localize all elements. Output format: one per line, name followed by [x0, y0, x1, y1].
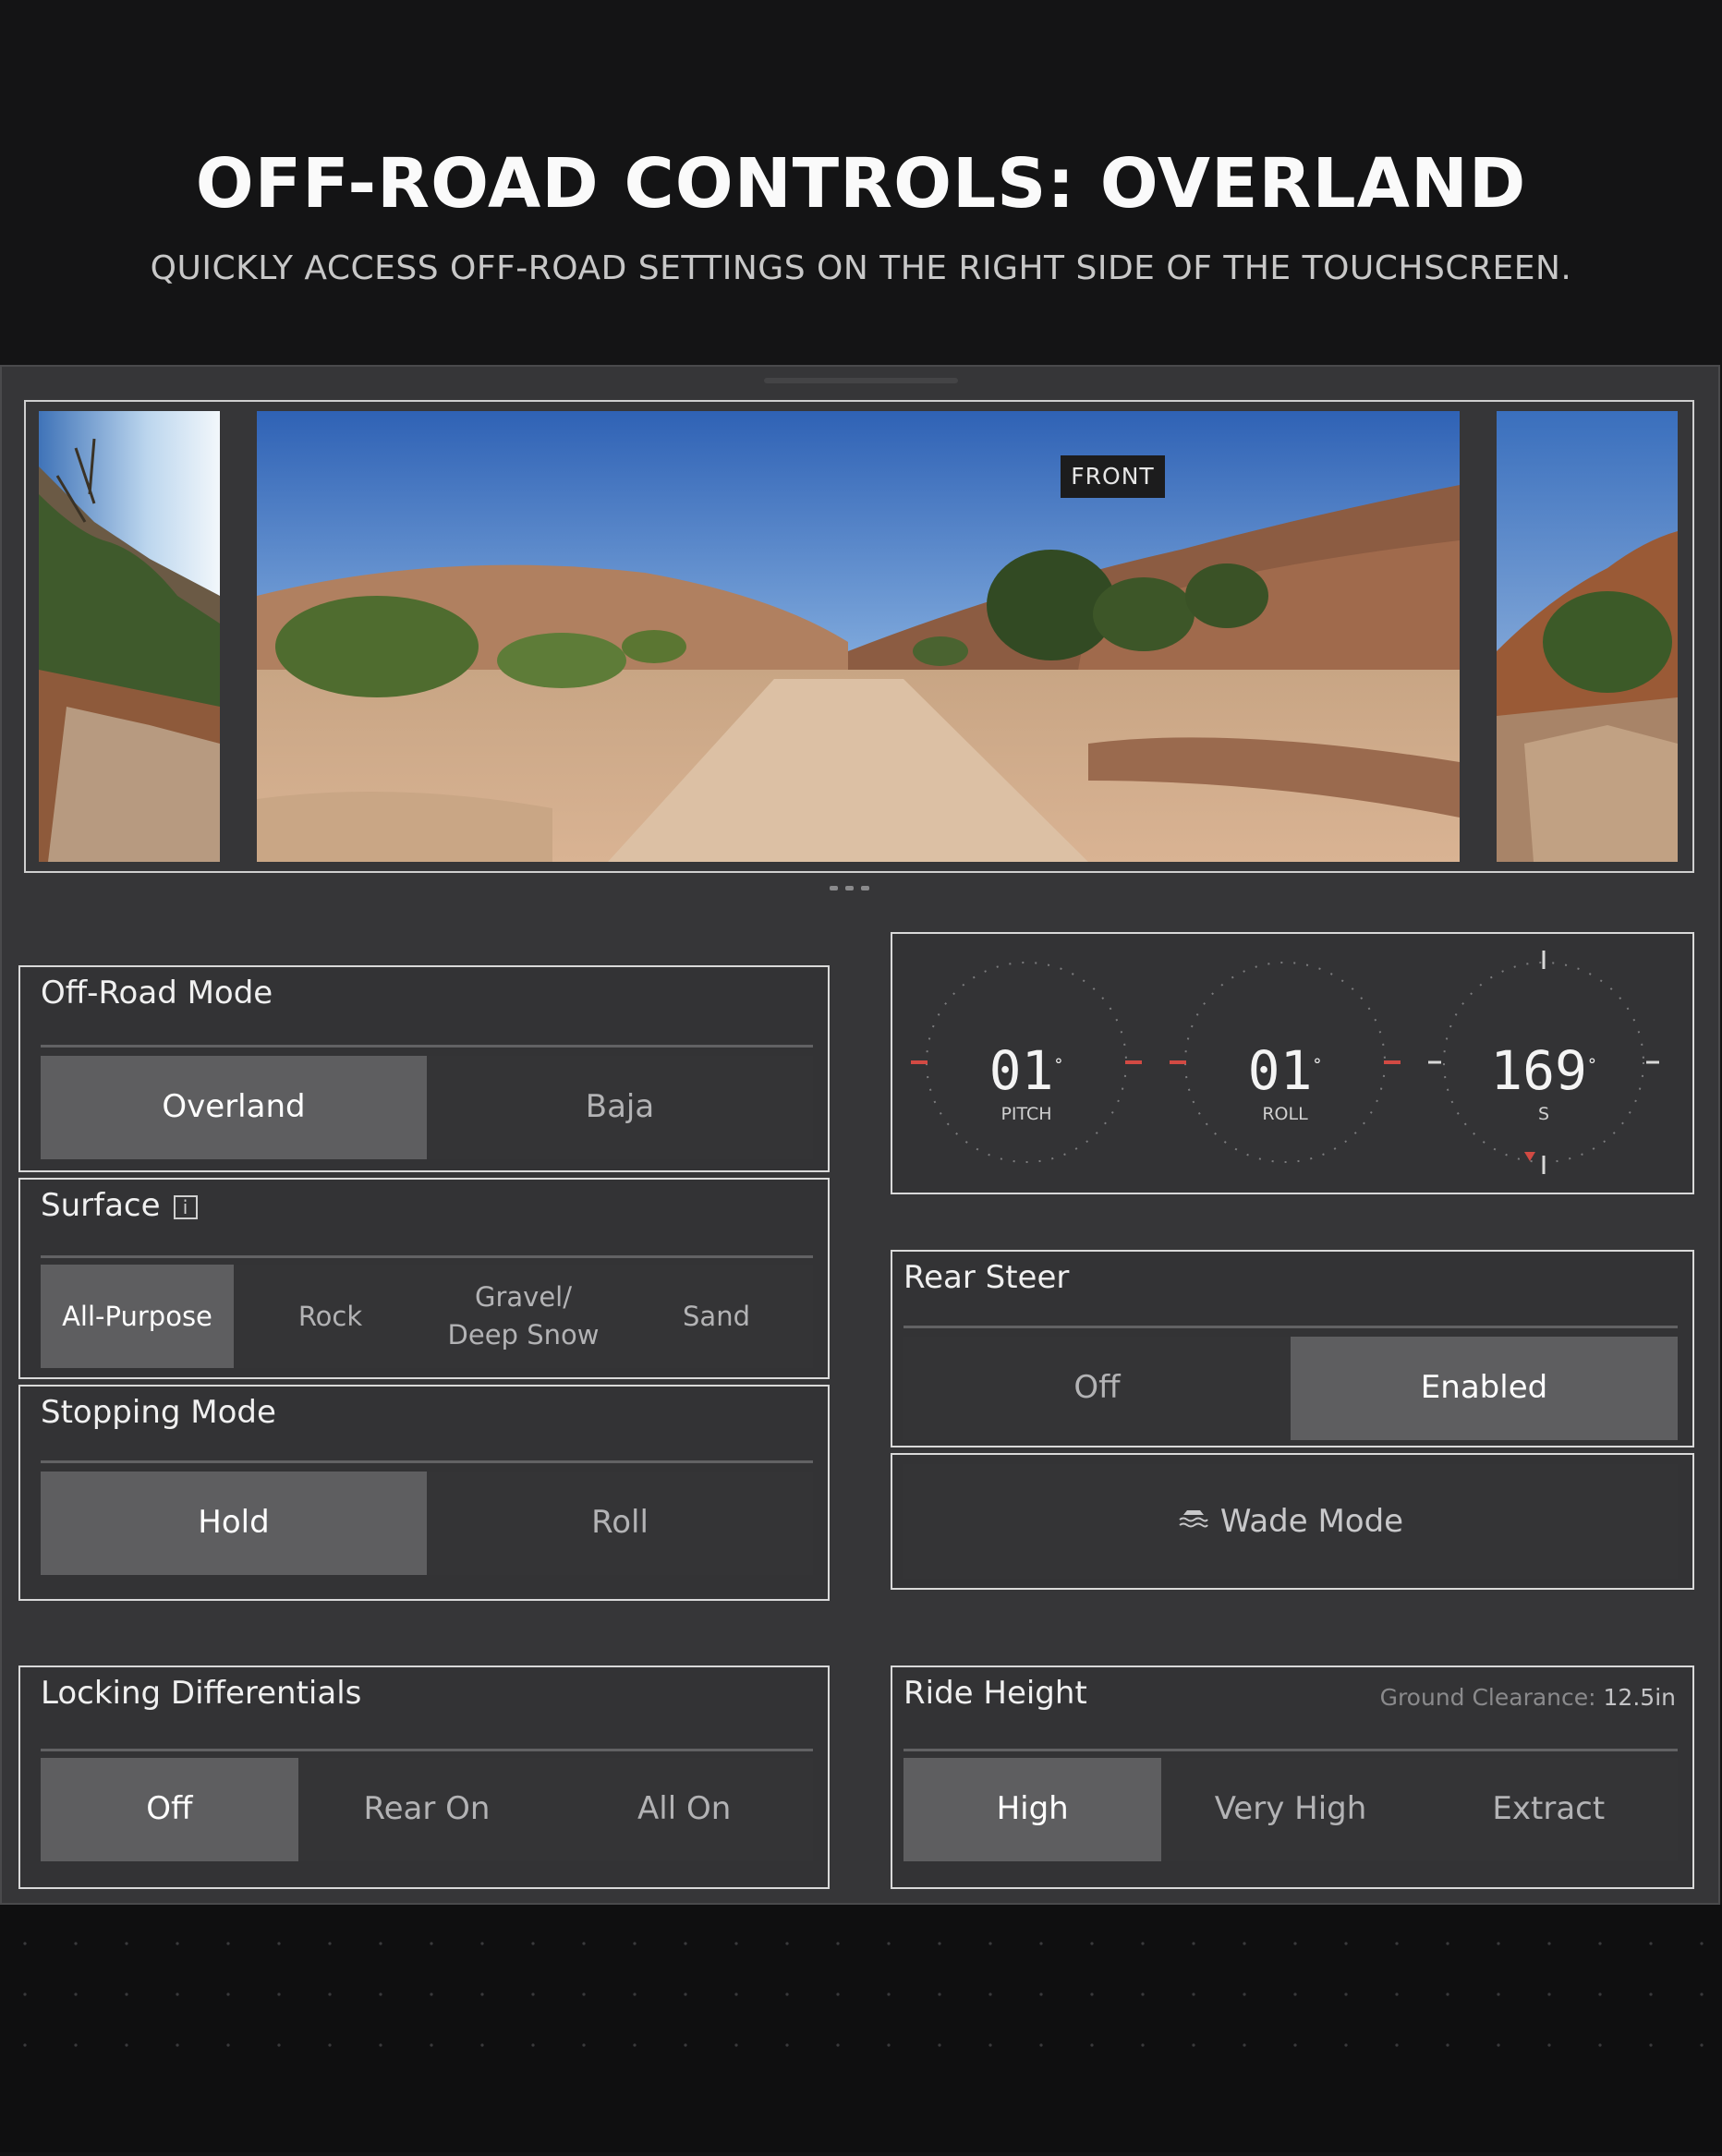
gravel-label: Gravel/ [475, 1281, 572, 1314]
all-on-option[interactable]: All On [555, 1758, 814, 1861]
pitch-unit: ° [1053, 1055, 1064, 1075]
pitch-value: 01° [911, 1039, 1142, 1102]
hold-option[interactable]: Hold [41, 1472, 427, 1575]
sand-option[interactable]: Sand [620, 1265, 813, 1368]
touchscreen: FRONT Off-Road Mode Overland Baja Surfac… [0, 365, 1720, 1905]
roll-number: 01 [1247, 1039, 1313, 1102]
rear-steer-title: Rear Steer [903, 1259, 1070, 1296]
inclinometer-panel: 01° PITCH 01° ROLL 169° S [891, 932, 1694, 1194]
locking-differentials-title: Locking Differentials [41, 1675, 362, 1712]
rear-steer-panel: Rear Steer Off Enabled [891, 1250, 1694, 1447]
front-camera-label: FRONT [1061, 455, 1165, 498]
ground-clearance: Ground Clearance: 12.5in [1380, 1684, 1676, 1711]
divider [903, 1326, 1678, 1328]
footer-area [0, 1905, 1722, 2152]
wade-mode-label: Wade Mode [1219, 1503, 1404, 1540]
high-option[interactable]: High [903, 1758, 1162, 1861]
left-camera-feed[interactable] [39, 411, 220, 862]
ride-height-title: Ride Height [903, 1675, 1087, 1712]
heading-marker [1524, 1152, 1535, 1161]
ride-height-panel: Ride Height Ground Clearance: 12.5in Hig… [891, 1665, 1694, 1889]
ground-clearance-value: 12.5in [1603, 1684, 1676, 1711]
right-camera-feed[interactable] [1497, 411, 1678, 862]
baja-option[interactable]: Baja [427, 1056, 813, 1159]
heading-number: 169 [1490, 1039, 1587, 1102]
divider [41, 1460, 813, 1463]
overland-option[interactable]: Overland [41, 1056, 427, 1159]
surface-title: Surface i [41, 1187, 198, 1224]
off-road-mode-title: Off-Road Mode [41, 975, 273, 1011]
divider [41, 1255, 813, 1258]
wave-car-icon [1178, 1503, 1209, 1540]
all-purpose-option[interactable]: All-Purpose [41, 1265, 234, 1368]
locking-differentials-panel: Locking Differentials Off Rear On All On [18, 1665, 830, 1889]
wade-mode-panel: Wade Mode [891, 1453, 1694, 1590]
divider [41, 1045, 813, 1048]
extract-option[interactable]: Extract [1419, 1758, 1678, 1861]
roll-label: ROLL [1262, 1104, 1308, 1124]
front-camera-feed[interactable]: FRONT [257, 411, 1460, 862]
divider [903, 1749, 1678, 1751]
surface-title-text: Surface [41, 1187, 161, 1224]
heading-value: 169° [1428, 1039, 1659, 1102]
rear-steer-off-option[interactable]: Off [903, 1337, 1291, 1440]
diff-off-option[interactable]: Off [41, 1758, 298, 1861]
rock-option[interactable]: Rock [234, 1265, 427, 1368]
ground-clearance-label: Ground Clearance: [1379, 1684, 1596, 1711]
header: OFF-ROAD CONTROLS: OVERLAND QUICKLY ACCE… [0, 0, 1722, 365]
heading-label: S [1537, 1104, 1550, 1124]
very-high-option[interactable]: Very High [1161, 1758, 1420, 1861]
page-title: OFF-ROAD CONTROLS: OVERLAND [195, 144, 1527, 224]
pitch-label: PITCH [1000, 1104, 1052, 1124]
heading-unit: ° [1586, 1055, 1597, 1075]
surface-panel: Surface i All-Purpose Rock Gravel/ Deep S… [18, 1178, 830, 1379]
off-road-mode-panel: Off-Road Mode Overland Baja [18, 965, 830, 1172]
pitch-number: 01 [988, 1039, 1054, 1102]
page-subtitle: QUICKLY ACCESS OFF-ROAD SETTINGS ON THE … [150, 249, 1572, 287]
deep-snow-label: Deep Snow [447, 1319, 600, 1351]
wade-mode-button[interactable]: Wade Mode [903, 1464, 1678, 1579]
roll-unit: ° [1312, 1055, 1323, 1075]
dot-pattern [0, 1905, 1722, 2089]
drag-handle[interactable] [764, 378, 958, 383]
rear-steer-enabled-option[interactable]: Enabled [1291, 1337, 1678, 1440]
roll-option[interactable]: Roll [427, 1472, 813, 1575]
stopping-mode-title: Stopping Mode [41, 1394, 276, 1431]
roll-gauge: 01° ROLL [1170, 947, 1401, 1178]
page-indicator [830, 877, 877, 894]
divider [41, 1749, 813, 1751]
gravel-deep-snow-option[interactable]: Gravel/ Deep Snow [427, 1265, 620, 1368]
camera-view[interactable]: FRONT [24, 400, 1694, 873]
pitch-gauge: 01° PITCH [911, 947, 1142, 1178]
stopping-mode-panel: Stopping Mode Hold Roll [18, 1385, 830, 1601]
rear-on-option[interactable]: Rear On [297, 1758, 556, 1861]
heading-gauge: 169° S [1428, 947, 1659, 1178]
info-icon[interactable]: i [173, 1194, 198, 1219]
roll-value: 01° [1170, 1039, 1401, 1102]
